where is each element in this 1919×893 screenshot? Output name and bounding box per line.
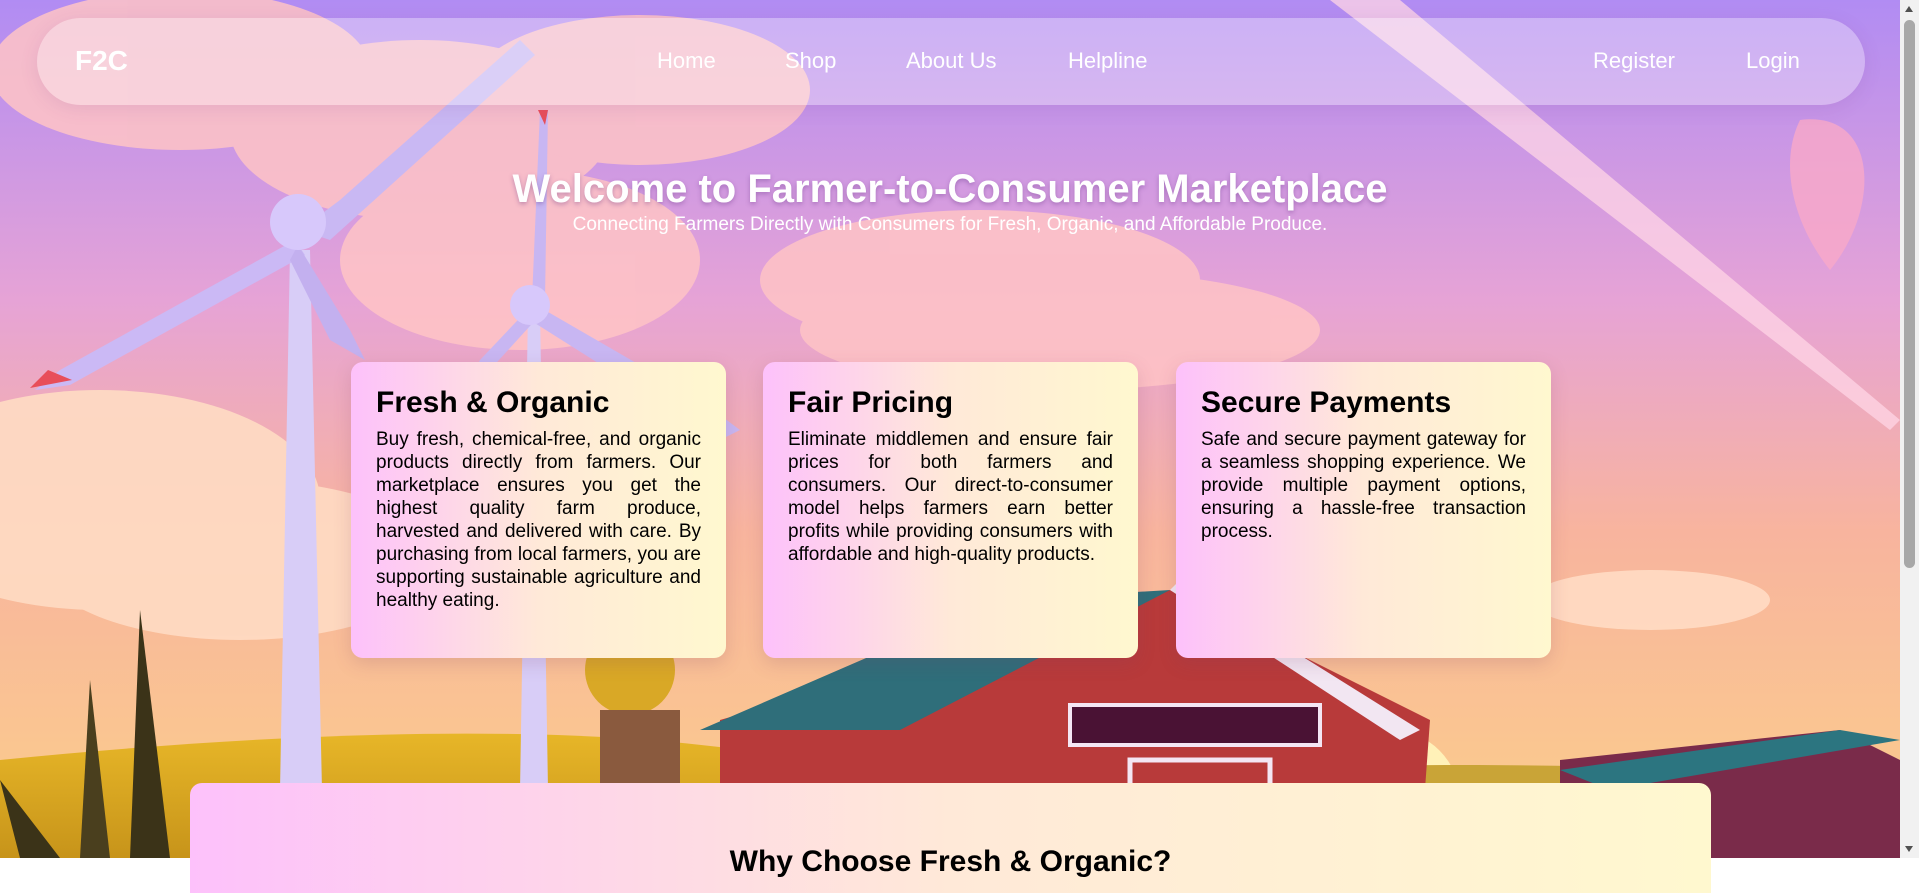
section-title: Why Choose Fresh & Organic? (729, 845, 1172, 878)
nav-link-shop[interactable]: Shop (785, 48, 836, 74)
feature-card-secure-payments: Secure Payments Safe and secure payment … (1176, 362, 1551, 658)
card-title: Fresh & Organic (376, 386, 610, 419)
scroll-up-arrow-icon[interactable] (1905, 6, 1913, 12)
why-choose-section: Why Choose Fresh & Organic? (190, 783, 1711, 893)
scrollbar-thumb[interactable] (1904, 20, 1915, 568)
vertical-scrollbar[interactable] (1900, 0, 1919, 858)
nav-link-helpline[interactable]: Helpline (1068, 48, 1148, 74)
hero-title: Welcome to Farmer-to-Consumer Marketplac… (512, 167, 1388, 211)
card-title: Secure Payments (1201, 386, 1452, 419)
brand-logo[interactable]: F2C (75, 45, 128, 77)
nav-link-about-us[interactable]: About Us (906, 48, 997, 74)
scroll-down-arrow-icon[interactable] (1905, 846, 1913, 852)
card-text: Buy fresh, chemical-free, and organic pr… (376, 429, 701, 611)
card-text: Safe and secure payment gateway for a se… (1201, 429, 1526, 542)
feature-card-fair-pricing: Fair Pricing Eliminate middlemen and ens… (763, 362, 1138, 658)
card-text: Eliminate middlemen and ensure fair pric… (788, 429, 1113, 565)
hero-subtitle: Connecting Farmers Directly with Consume… (572, 214, 1328, 235)
navigation-bar: F2C Home Shop About Us Helpline Register… (37, 18, 1865, 105)
nav-link-login[interactable]: Login (1746, 48, 1800, 74)
feature-card-fresh-organic: Fresh & Organic Buy fresh, chemical-free… (351, 362, 726, 658)
card-title: Fair Pricing (788, 386, 954, 419)
nav-link-register[interactable]: Register (1593, 48, 1675, 74)
nav-link-home[interactable]: Home (657, 48, 716, 74)
